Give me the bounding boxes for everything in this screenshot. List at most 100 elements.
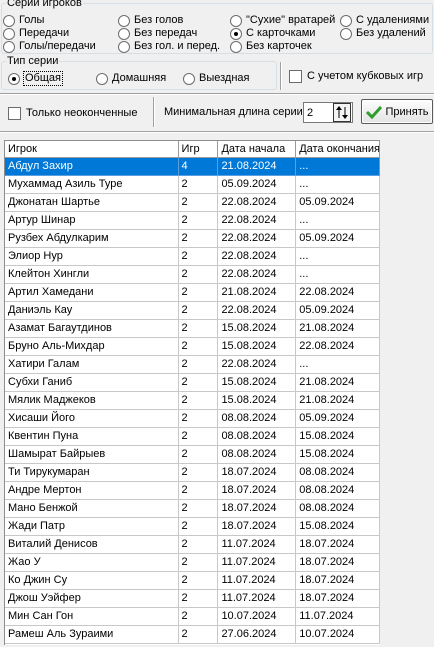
table-row[interactable]: Шамырат Байрыев 2 08.08.2024 15.08.2024	[5, 446, 380, 464]
radio-no-goals-no-assists[interactable]: Без гол. и перед.	[118, 40, 220, 53]
table-row[interactable]: Джонатан Шартье 2 22.08.2024 05.09.2024	[5, 194, 380, 212]
radio-button[interactable]	[183, 72, 195, 85]
table-row[interactable]: Элиор Нур 2 22.08.2024...	[5, 248, 380, 266]
radio-clean-sheets[interactable]: "Сухие" вратарей	[230, 14, 335, 27]
table-row[interactable]: Хисаши Його 2 08.08.2024 05.09.2024	[5, 410, 380, 428]
table-row[interactable]: Мано Бенжой 2 18.07.2024 08.08.2024	[5, 500, 380, 518]
radio-button[interactable]	[230, 40, 242, 53]
column-header-games[interactable]: Игр	[179, 141, 219, 157]
table-row[interactable]: Жади Патр 2 18.07.2024 15.08.2024	[5, 518, 380, 536]
column-header-player[interactable]: Игрок	[5, 141, 179, 157]
cell-games: 2	[178, 608, 219, 626]
cell-games: 2	[178, 212, 219, 230]
table-row[interactable]: Жао У 2 11.07.2024 18.07.2024	[5, 554, 380, 572]
min-length-spinner[interactable]: 2	[303, 102, 353, 123]
cup-games-checkbox[interactable]: С учетом кубковых игр	[289, 70, 423, 83]
table-row[interactable]: Джош Уэйфер 2 11.07.2024 18.07.2024	[5, 590, 380, 608]
radio-no-goals[interactable]: Без голов	[118, 14, 183, 27]
table-row[interactable]: Артур Шинар 2 22.08.2024...	[5, 212, 380, 230]
cell-player: Клейтон Хингли	[5, 266, 179, 284]
accept-button[interactable]: Принять	[361, 99, 433, 124]
min-length-value[interactable]: 2	[304, 107, 333, 119]
table-row[interactable]: Виталий Денисов 2 11.07.2024 18.07.2024	[5, 536, 380, 554]
table-row[interactable]: Мухаммад Азиль Туре 2 05.09.2024...	[5, 176, 380, 194]
table-row[interactable]: Рузбех Абдулкарим 2 22.08.2024 05.09.2024	[5, 230, 380, 248]
cell-end-date: 08.08.2024	[296, 500, 380, 518]
cell-games: 2	[178, 464, 219, 482]
cell-start-date: 15.08.2024	[218, 374, 297, 392]
radio-button[interactable]	[118, 14, 130, 27]
cell-player: Артур Шинар	[5, 212, 179, 230]
cell-player: Квентин Пуна	[5, 428, 179, 446]
radio-no-cards[interactable]: Без карточек	[230, 40, 312, 53]
table-row[interactable]: Ко Джин Су 2 11.07.2024 18.07.2024	[5, 572, 380, 590]
cell-player: Виталий Денисов	[5, 536, 179, 554]
cell-games: 2	[178, 590, 219, 608]
radio-button[interactable]	[118, 27, 130, 40]
cell-start-date: 27.06.2024	[218, 626, 297, 644]
cell-end-date: 18.07.2024	[296, 590, 380, 608]
table-row[interactable]: Рамеш Аль Зураими 2 27.06.2024 10.07.2024	[5, 626, 380, 644]
cell-player: Бруно Аль-Михдар	[5, 338, 179, 356]
vertical-separator	[153, 97, 155, 127]
cell-start-date: 22.08.2024	[218, 248, 297, 266]
table-row[interactable]: Артил Хамедани 2 21.08.2024 22.08.2024	[5, 284, 380, 302]
radio-button[interactable]	[3, 27, 15, 40]
table-row[interactable]: Бруно Аль-Михдар 2 15.08.2024 22.08.2024	[5, 338, 380, 356]
radio-with-red-cards[interactable]: С удалениями	[340, 14, 429, 27]
checkbox[interactable]	[289, 70, 302, 83]
table-row[interactable]: Азамат Багаутдинов 2 15.08.2024 21.08.2024	[5, 320, 380, 338]
series-table[interactable]: Игрок Игр Дата начала Дата окончания Абд…	[4, 140, 380, 645]
unfinished-only-checkbox[interactable]: Только неоконченные	[8, 107, 137, 120]
radio-with-cards[interactable]: С карточками	[230, 27, 315, 40]
min-length-label: Минимальная длина серии	[164, 106, 303, 118]
table-row[interactable]: Клейтон Хингли 2 22.08.2024...	[5, 266, 380, 284]
table-row[interactable]: Ти Тирукумаран 2 18.07.2024 08.08.2024	[5, 464, 380, 482]
cell-player: Мин Сан Гон	[5, 608, 179, 626]
table-row[interactable]: Хатири Галам 2 22.08.2024...	[5, 356, 380, 374]
radio-button[interactable]	[230, 14, 242, 27]
cell-start-date: 18.07.2024	[218, 500, 297, 518]
cell-games: 2	[178, 392, 219, 410]
radio-button-selected[interactable]	[230, 27, 242, 40]
radio-type-home[interactable]: Домашняя	[96, 72, 166, 85]
radio-button[interactable]	[340, 14, 352, 27]
radio-type-away[interactable]: Выездная	[183, 72, 250, 85]
cell-player: Рамеш Аль Зураими	[5, 626, 179, 644]
table-row[interactable]: Андре Мертон 2 18.07.2024 08.08.2024	[5, 482, 380, 500]
radio-button[interactable]	[118, 40, 130, 53]
cell-games: 2	[178, 626, 219, 644]
table-row[interactable]: Даниэль Кау 2 22.08.2024 05.09.2024	[5, 302, 380, 320]
column-header-end-date[interactable]: Дата окончания	[296, 141, 380, 157]
radio-button[interactable]	[96, 72, 108, 85]
checkbox[interactable]	[8, 107, 21, 120]
cell-start-date: 08.08.2024	[218, 446, 297, 464]
radio-button-selected[interactable]	[8, 72, 20, 85]
radio-no-assists[interactable]: Без передач	[118, 27, 197, 40]
radio-button[interactable]	[3, 40, 15, 53]
cell-games: 2	[178, 230, 219, 248]
cell-games: 2	[178, 356, 219, 374]
cell-games: 2	[178, 194, 219, 212]
cell-end-date: 18.07.2024	[296, 554, 380, 572]
radio-assists[interactable]: Передачи	[3, 27, 69, 40]
table-row[interactable]: Квентин Пуна 2 08.08.2024 15.08.2024	[5, 428, 380, 446]
radio-button[interactable]	[340, 27, 352, 40]
table-row[interactable]: Субхи Ганиб 2 15.08.2024 21.08.2024	[5, 374, 380, 392]
spin-arrows-icon[interactable]	[333, 103, 351, 122]
column-header-start-date[interactable]: Дата начала	[218, 141, 297, 157]
radio-no-red-cards[interactable]: Без удалений	[340, 27, 426, 40]
radio-goals[interactable]: Голы	[3, 14, 44, 27]
radio-button[interactable]	[3, 14, 15, 27]
cell-start-date: 22.08.2024	[218, 212, 297, 230]
table-row[interactable]: Абдул Захир 4 21.08.2024...	[5, 158, 380, 176]
radio-type-overall[interactable]: Общая	[8, 71, 63, 86]
cell-player: Мялик Маджеков	[5, 392, 179, 410]
radio-goals-assists[interactable]: Голы/передачи	[3, 40, 96, 53]
cell-start-date: 22.08.2024	[218, 302, 297, 320]
cell-end-date: ...	[296, 266, 380, 284]
table-row[interactable]: Мялик Маджеков 2 15.08.2024 21.08.2024	[5, 392, 380, 410]
cell-player: Джонатан Шартье	[5, 194, 179, 212]
cell-end-date: 08.08.2024	[296, 482, 380, 500]
table-row[interactable]: Мин Сан Гон 2 10.07.2024 11.07.2024	[5, 608, 380, 626]
